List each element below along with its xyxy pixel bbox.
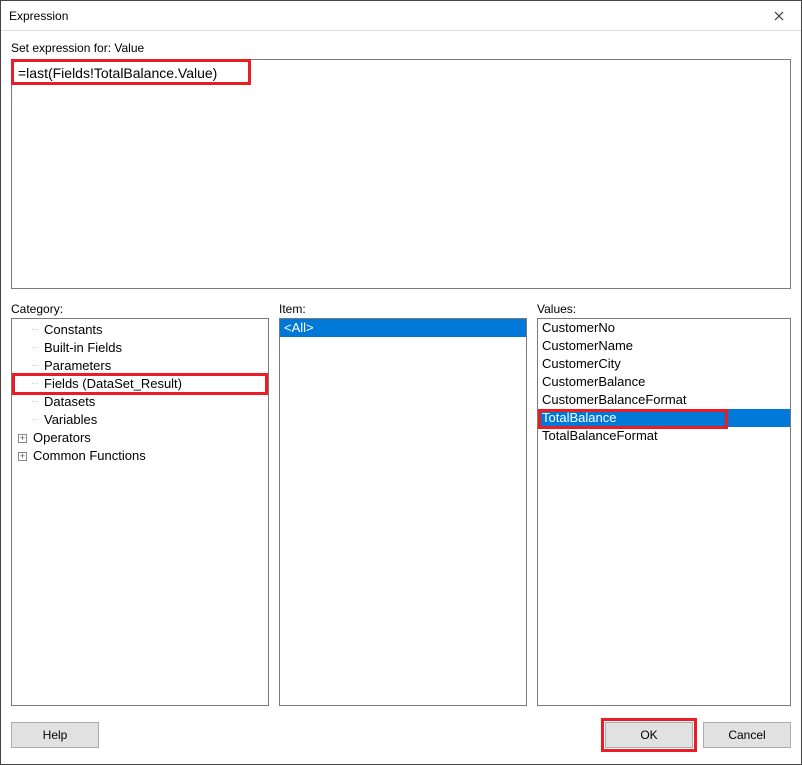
category-item-label: Parameters xyxy=(42,357,113,375)
value-row[interactable]: CustomerBalance xyxy=(538,373,790,391)
value-row[interactable]: CustomerCity xyxy=(538,355,790,373)
close-button[interactable] xyxy=(756,1,801,31)
cancel-button[interactable]: Cancel xyxy=(703,722,791,748)
window-title: Expression xyxy=(9,9,756,23)
tree-connector-icon: ⋯ xyxy=(28,411,42,429)
values-column: Values: CustomerNo CustomerName CustomerCi… xyxy=(537,302,791,706)
value-label: TotalBalance xyxy=(542,410,616,425)
expression-area xyxy=(11,59,791,292)
category-item-label: Fields (DataSet_Result) xyxy=(42,375,184,393)
titlebar: Expression xyxy=(1,1,801,31)
item-list[interactable]: <All> xyxy=(279,318,527,706)
expression-input[interactable] xyxy=(11,59,791,289)
ok-button[interactable]: OK xyxy=(605,722,693,748)
value-row[interactable]: TotalBalance xyxy=(538,409,790,427)
category-column: Category: ⋯Constants⋯Built-in Fields⋯Par… xyxy=(11,302,269,706)
set-expression-label: Set expression for: Value xyxy=(11,41,791,55)
values-list[interactable]: CustomerNo CustomerName CustomerCity Custom… xyxy=(537,318,791,706)
category-label: Category: xyxy=(11,302,269,316)
item-column: Item: <All> xyxy=(279,302,527,706)
category-item[interactable]: ⋯Fields (DataSet_Result) xyxy=(14,375,266,393)
tree-connector-icon: ⋯ xyxy=(28,321,42,339)
category-tree[interactable]: ⋯Constants⋯Built-in Fields⋯Parameters⋯Fi… xyxy=(11,318,269,706)
tree-connector-icon: ⋯ xyxy=(28,375,42,393)
columns: Category: ⋯Constants⋯Built-in Fields⋯Par… xyxy=(11,302,791,706)
value-label: CustomerCity xyxy=(542,356,621,371)
item-row[interactable]: <All> xyxy=(280,319,526,337)
category-item-label: Common Functions xyxy=(31,447,148,465)
footer: Help OK Cancel xyxy=(1,716,801,764)
value-row-wrap: TotalBalance xyxy=(538,409,790,427)
category-item[interactable]: + Operators xyxy=(14,429,266,447)
expand-icon[interactable]: + xyxy=(18,452,27,461)
tree-connector-icon: ⋯ xyxy=(28,393,42,411)
category-item-label: Operators xyxy=(31,429,93,447)
tree-connector-icon: ⋯ xyxy=(28,339,42,357)
ok-button-wrap: OK xyxy=(605,722,693,748)
help-button[interactable]: Help xyxy=(11,722,99,748)
value-row[interactable]: TotalBalanceFormat xyxy=(538,427,790,445)
value-label: CustomerBalanceFormat xyxy=(542,392,687,407)
category-item[interactable]: ⋯Variables xyxy=(14,411,266,429)
category-item-label: Datasets xyxy=(42,393,97,411)
expression-dialog: Expression Set expression for: Value Cat… xyxy=(0,0,802,765)
value-label: CustomerBalance xyxy=(542,374,645,389)
value-label: CustomerNo xyxy=(542,320,615,335)
values-label: Values: xyxy=(537,302,791,316)
item-label: Item: xyxy=(279,302,527,316)
expand-icon[interactable]: + xyxy=(18,434,27,443)
category-item[interactable]: ⋯Datasets xyxy=(14,393,266,411)
close-icon xyxy=(774,11,784,21)
item-label: <All> xyxy=(284,320,314,335)
category-item[interactable]: ⋯Parameters xyxy=(14,357,266,375)
content-area: Set expression for: Value Category: ⋯Con… xyxy=(1,31,801,716)
category-item[interactable]: ⋯Constants xyxy=(14,321,266,339)
value-row[interactable]: CustomerBalanceFormat xyxy=(538,391,790,409)
category-item[interactable]: ⋯Built-in Fields xyxy=(14,339,266,357)
category-item-label: Variables xyxy=(42,411,99,429)
value-row[interactable]: CustomerName xyxy=(538,337,790,355)
value-row[interactable]: CustomerNo xyxy=(538,319,790,337)
value-label: CustomerName xyxy=(542,338,633,353)
value-label: TotalBalanceFormat xyxy=(542,428,658,443)
tree-connector-icon: ⋯ xyxy=(28,357,42,375)
category-item-label: Constants xyxy=(42,321,105,339)
category-item-label: Built-in Fields xyxy=(42,339,124,357)
category-item[interactable]: + Common Functions xyxy=(14,447,266,465)
